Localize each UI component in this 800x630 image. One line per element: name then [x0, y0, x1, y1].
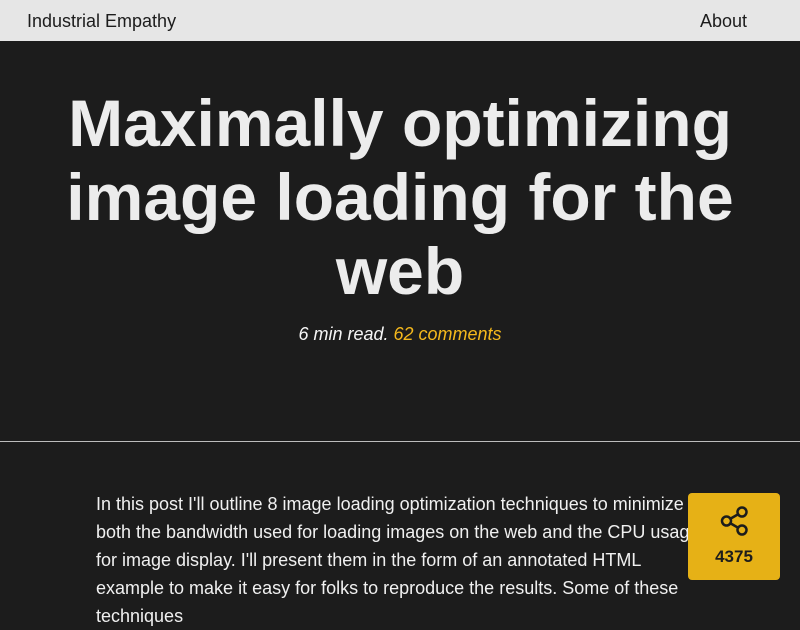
site-title-link[interactable]: Industrial Empathy — [27, 11, 176, 31]
top-navigation-bar: Industrial Empathy About — [0, 0, 800, 41]
section-divider — [0, 441, 800, 442]
read-time: 6 min read. — [298, 324, 389, 344]
article-intro: In this post I'll outline 8 image loadin… — [96, 494, 700, 626]
share-icon — [720, 506, 748, 536]
comments-link[interactable]: 62 comments — [394, 324, 502, 344]
about-link[interactable]: About — [700, 11, 747, 31]
article-meta: 6 min read. 62 comments — [0, 323, 800, 345]
share-button[interactable]: 4375 — [688, 493, 780, 580]
share-count: 4375 — [715, 547, 753, 566]
page-title: Maximally optimizing image loading for t… — [66, 86, 734, 308]
